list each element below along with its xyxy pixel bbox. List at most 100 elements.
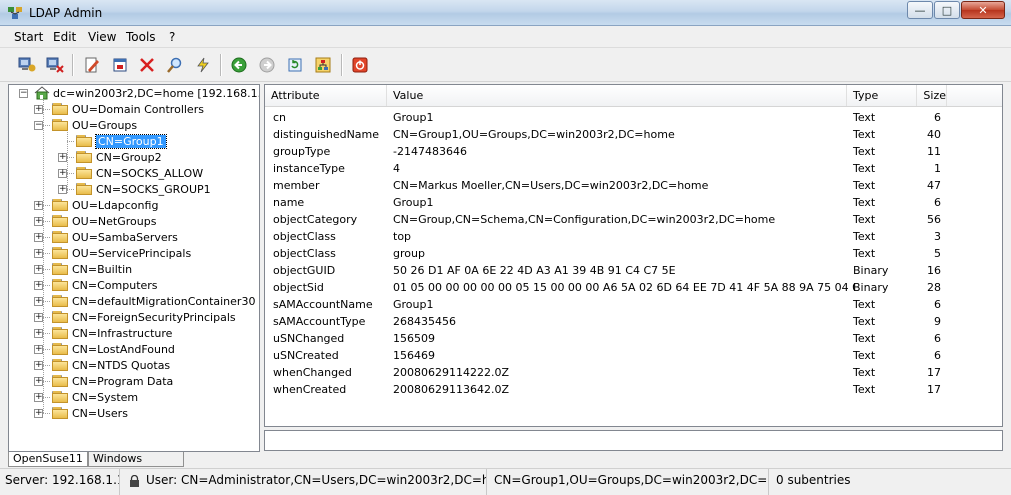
tree-node[interactable]: CN=SOCKS_ALLOW bbox=[76, 165, 203, 181]
tree-node[interactable]: OU=Ldapconfig bbox=[52, 197, 158, 213]
delete-button[interactable] bbox=[137, 56, 157, 74]
table-row[interactable]: member CN=Markus Moeller,CN=Users,DC=win2… bbox=[265, 177, 1002, 194]
table-row[interactable]: groupType -2147483646 Text 11 bbox=[265, 143, 1002, 160]
expand-icon[interactable]: + bbox=[58, 169, 67, 178]
tree-node[interactable]: CN=ForeignSecurityPrincipals bbox=[52, 309, 236, 325]
menu-tools[interactable]: Tools bbox=[126, 30, 156, 44]
disconnect-button[interactable] bbox=[45, 56, 65, 74]
expand-icon[interactable]: + bbox=[34, 409, 43, 418]
expand-icon[interactable]: + bbox=[34, 249, 43, 258]
table-row[interactable]: sAMAccountName Group1 Text 6 bbox=[265, 296, 1002, 313]
tree-node[interactable]: CN=Program Data bbox=[52, 373, 173, 389]
tree-node[interactable]: OU=ServicePrincipals bbox=[52, 245, 191, 261]
tree-node[interactable]: CN=Users bbox=[52, 405, 128, 421]
folder-icon bbox=[52, 215, 68, 227]
tree-node[interactable]: OU=Groups bbox=[52, 117, 137, 133]
menu-help[interactable]: ? bbox=[169, 30, 175, 44]
expand-icon[interactable]: + bbox=[34, 217, 43, 226]
attribute-cell: uSNCreated bbox=[273, 349, 339, 362]
table-row[interactable]: objectSid 01 05 00 00 00 00 00 05 15 00 0… bbox=[265, 279, 1002, 296]
table-row[interactable]: objectCategory CN=Group,CN=Schema,CN=Conf… bbox=[265, 211, 1002, 228]
type-cell: Text bbox=[853, 247, 876, 260]
folder-icon bbox=[52, 327, 68, 339]
table-row[interactable]: whenChanged 20080629114222.0Z Text 17 bbox=[265, 364, 1002, 381]
table-row[interactable]: objectGUID 50 26 D1 AF 0A 6E 22 4D A3 A1 … bbox=[265, 262, 1002, 279]
expand-icon[interactable]: + bbox=[34, 265, 43, 274]
status-dn: CN=Group1,OU=Groups,DC=win2003r2,DC=home bbox=[489, 469, 769, 495]
table-row[interactable]: instanceType 4 Text 1 bbox=[265, 160, 1002, 177]
expand-icon[interactable]: + bbox=[34, 105, 43, 114]
size-cell: 6 bbox=[934, 298, 941, 311]
forward-button[interactable] bbox=[257, 56, 277, 74]
table-row[interactable]: name Group1 Text 6 bbox=[265, 194, 1002, 211]
edit-button[interactable] bbox=[82, 56, 102, 74]
expand-icon[interactable]: + bbox=[34, 329, 43, 338]
directory-tree[interactable]: − dc=win2003r2,DC=home [192.168.1.12] + O… bbox=[8, 84, 260, 452]
table-row[interactable]: whenCreated 20080629113642.0Z Text 17 bbox=[265, 381, 1002, 398]
schema-button[interactable] bbox=[313, 56, 333, 74]
expand-icon[interactable]: + bbox=[34, 345, 43, 354]
column-header-type[interactable]: Type bbox=[847, 85, 917, 106]
menu-view[interactable]: View bbox=[88, 30, 116, 44]
expand-icon[interactable]: + bbox=[34, 313, 43, 322]
collapse-icon[interactable]: − bbox=[19, 88, 28, 98]
expand-icon[interactable]: + bbox=[34, 201, 43, 210]
folder-icon bbox=[52, 263, 68, 275]
search-button[interactable] bbox=[165, 56, 185, 74]
folder-icon bbox=[52, 295, 68, 307]
type-cell: Text bbox=[853, 332, 876, 345]
tree-node[interactable]: CN=Infrastructure bbox=[52, 325, 172, 341]
table-row[interactable]: objectClass group Text 5 bbox=[265, 245, 1002, 262]
tree-node[interactable]: OU=SambaServers bbox=[52, 229, 178, 245]
tab-opensuse11[interactable]: OpenSuse11 bbox=[8, 452, 88, 467]
tree-node[interactable]: OU=NetGroups bbox=[52, 213, 156, 229]
table-row[interactable]: uSNChanged 156509 Text 6 bbox=[265, 330, 1002, 347]
expand-icon[interactable]: + bbox=[34, 297, 43, 306]
tree-node[interactable]: CN=NTDS Quotas bbox=[52, 357, 170, 373]
back-icon bbox=[231, 57, 247, 73]
exit-button[interactable] bbox=[350, 56, 370, 74]
tab-windows-2003r2[interactable]: Windows 2003R2 bbox=[88, 452, 184, 479]
close-button[interactable]: ✕ bbox=[961, 1, 1005, 19]
table-row[interactable]: sAMAccountType 268435456 Text 9 bbox=[265, 313, 1002, 330]
refresh-button[interactable] bbox=[285, 56, 305, 74]
tree-node[interactable]: CN=defaultMigrationContainer30 bbox=[52, 293, 255, 309]
expand-icon[interactable]: + bbox=[34, 233, 43, 242]
expand-icon[interactable]: + bbox=[34, 281, 43, 290]
table-row[interactable]: objectClass top Text 3 bbox=[265, 228, 1002, 245]
maximize-button[interactable]: □ bbox=[934, 1, 960, 19]
tree-node-label: CN=SOCKS_GROUP1 bbox=[96, 182, 211, 196]
folder-icon bbox=[76, 151, 92, 163]
attribute-cell: member bbox=[273, 179, 320, 192]
menu-start[interactable]: Start bbox=[14, 30, 43, 44]
back-button[interactable] bbox=[229, 56, 249, 74]
collapse-icon[interactable]: − bbox=[34, 121, 43, 130]
tree-node[interactable]: CN=Group1 bbox=[76, 133, 167, 149]
attribute-grid[interactable]: Attribute Value Type Size cn Group1 Text 6 d… bbox=[264, 84, 1003, 427]
tree-node[interactable]: CN=System bbox=[52, 389, 138, 405]
properties-button[interactable] bbox=[110, 56, 130, 74]
expand-icon[interactable]: + bbox=[34, 361, 43, 370]
tree-node[interactable]: CN=Builtin bbox=[52, 261, 132, 277]
minimize-button[interactable]: — bbox=[907, 1, 933, 19]
table-row[interactable]: distinguishedName CN=Group1,OU=Groups,DC=… bbox=[265, 126, 1002, 143]
expand-icon[interactable]: + bbox=[34, 377, 43, 386]
table-row[interactable]: uSNCreated 156469 Text 6 bbox=[265, 347, 1002, 364]
tree-node[interactable]: CN=Group2 bbox=[76, 149, 162, 165]
detail-pane[interactable] bbox=[264, 430, 1003, 451]
column-header-value[interactable]: Value bbox=[387, 85, 847, 106]
tree-node[interactable]: OU=Domain Controllers bbox=[52, 101, 204, 117]
table-row[interactable]: cn Group1 Text 6 bbox=[265, 109, 1002, 126]
tree-node[interactable]: CN=LostAndFound bbox=[52, 341, 175, 357]
column-header-attribute[interactable]: Attribute bbox=[265, 85, 387, 106]
menu-edit[interactable]: Edit bbox=[53, 30, 76, 44]
expand-icon[interactable]: + bbox=[58, 185, 67, 194]
tree-root[interactable]: − dc=win2003r2,DC=home [192.168.1.12] bbox=[19, 85, 259, 101]
expand-icon[interactable]: + bbox=[34, 393, 43, 402]
tree-node[interactable]: CN=Computers bbox=[52, 277, 158, 293]
connect-button[interactable] bbox=[17, 56, 37, 74]
column-header-size[interactable]: Size bbox=[917, 85, 947, 106]
tree-node[interactable]: CN=SOCKS_GROUP1 bbox=[76, 181, 211, 197]
expand-icon[interactable]: + bbox=[58, 153, 67, 162]
lightning-button[interactable] bbox=[193, 56, 213, 74]
